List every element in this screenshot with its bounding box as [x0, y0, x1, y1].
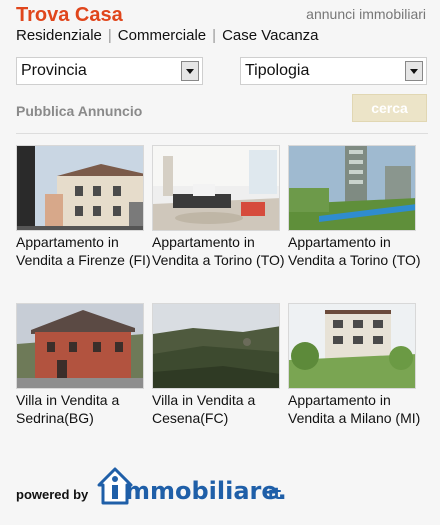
- nav-separator: |: [107, 27, 112, 44]
- listing-caption[interactable]: Villa in Vendita a Cesena(FC): [152, 391, 288, 427]
- chevron-down-icon[interactable]: [181, 61, 199, 81]
- nav-separator: |: [212, 27, 217, 44]
- listing-photo[interactable]: [16, 303, 144, 389]
- immobiliare-logo[interactable]: mmobiliare. it: [97, 465, 293, 507]
- nav-commerciale[interactable]: Commerciale: [118, 27, 206, 44]
- listing-photo[interactable]: [288, 303, 416, 389]
- nav-case-vacanza[interactable]: Case Vacanza: [222, 27, 318, 44]
- provincia-value: Provincia: [21, 62, 87, 79]
- svg-text:it: it: [268, 484, 281, 503]
- listing-photo[interactable]: [152, 303, 280, 389]
- listing-caption[interactable]: Appartamento in Vendita a Torino (TO): [288, 233, 424, 269]
- listing-caption[interactable]: Villa in Vendita a Sedrina(BG): [16, 391, 152, 427]
- header: Trova Casa annunci immobiliari Residenzi…: [16, 4, 428, 45]
- chevron-down-icon[interactable]: [405, 61, 423, 81]
- tipologia-select[interactable]: Tipologia: [240, 57, 427, 85]
- category-nav: Residenziale | Commerciale | Case Vacanza: [16, 27, 428, 45]
- nav-residenziale[interactable]: Residenziale: [16, 27, 102, 44]
- divider: [16, 133, 428, 134]
- listing-caption[interactable]: Appartamento in Vendita a Firenze (FI): [16, 233, 152, 269]
- svg-text:mmobiliare.: mmobiliare.: [125, 477, 287, 505]
- powered-by-label: powered by: [16, 487, 89, 502]
- listing-photo[interactable]: [152, 145, 280, 231]
- listing-photo[interactable]: [16, 145, 144, 231]
- listing-photo[interactable]: [288, 145, 416, 231]
- listing-caption[interactable]: Appartamento in Vendita a Milano (MI): [288, 391, 424, 427]
- provincia-select[interactable]: Provincia: [16, 57, 203, 85]
- tipologia-value: Tipologia: [245, 62, 310, 79]
- search-button[interactable]: cerca: [352, 94, 427, 122]
- listing-caption[interactable]: Appartamento in Vendita a Torino (TO): [152, 233, 288, 269]
- tagline: annunci immobiliari: [306, 6, 426, 22]
- publish-ad-link[interactable]: Pubblica Annuncio: [16, 103, 142, 119]
